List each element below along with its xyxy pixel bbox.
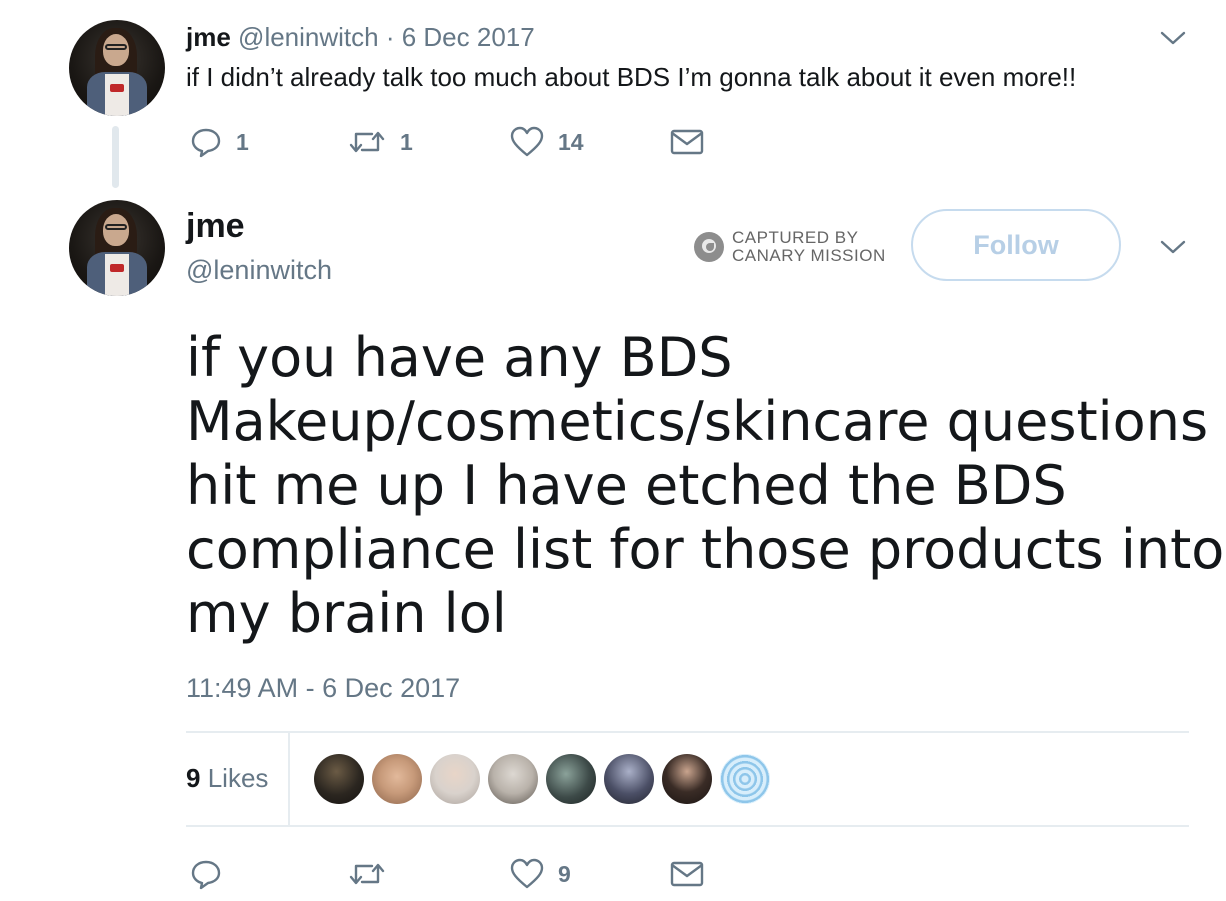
liker-avatar[interactable] [430,754,480,804]
liker-avatar[interactable] [662,754,712,804]
tweet-thread: jme @leninwitch · 6 Dec 2017 if I didn’t… [0,0,1226,901]
likes-stat[interactable]: 9 Likes [186,762,268,794]
tweet2-text-line: if you have any BDS [186,326,733,389]
liker-avatar[interactable] [720,754,770,804]
tweet1-like-button[interactable]: 14 [510,126,584,158]
likes-count: 9 [186,763,201,793]
canary-mission-watermark: CAPTURED BY CANARY MISSION [694,229,886,265]
tweet1-retweet-button[interactable]: 1 [348,126,413,158]
stats-bottom-divider [186,825,1189,827]
tweet2-like-button[interactable]: 9 [510,858,571,890]
heart-icon [510,126,544,157]
canary-line-1: CAPTURED BY [732,228,859,247]
tweet1-message-button[interactable] [670,128,704,156]
tweet2-text-line: hit me up I have etched the BDS [186,454,1067,517]
tweet2-text: if you have any BDS Makeup/cosmetics/ski… [186,326,1225,646]
heart-icon [510,858,544,889]
avatar-jme-1[interactable] [69,20,165,116]
envelope-icon [670,861,704,887]
reply-icon [191,128,221,158]
follow-button[interactable]: Follow [911,209,1121,281]
liker-avatar[interactable] [488,754,538,804]
tweet1-reply-count: 1 [236,128,249,155]
tweet2-retweet-button[interactable] [348,858,386,890]
reply-icon [191,860,221,890]
tweet2-text-line: my brain lol [186,582,507,645]
tweet1-text: if I didn’t already talk too much about … [186,62,1077,92]
stats-vertical-divider [288,733,290,826]
tweet2-text-line: compliance list for those products into [186,518,1225,581]
tweet2-text-line: Makeup/cosmetics/skincare questions [186,390,1209,453]
liker-avatar[interactable] [314,754,364,804]
liker-avatar[interactable] [546,754,596,804]
tweet2-author-name[interactable]: jme [186,206,245,246]
retweet-icon [349,863,385,885]
liker-avatar[interactable] [372,754,422,804]
canary-text: CAPTURED BY CANARY MISSION [732,229,886,265]
retweet-icon [349,131,385,153]
tweet2-like-count: 9 [558,860,571,887]
tweet2-message-button[interactable] [670,860,704,888]
tweet1-like-count: 14 [558,128,584,155]
chevron-down-icon[interactable] [1158,23,1188,53]
chevron-down-icon[interactable] [1158,232,1188,262]
likers-avatar-list [314,754,778,804]
tweet1-reply-button[interactable]: 1 [190,126,249,158]
canary-line-2: CANARY MISSION [732,246,886,265]
tweet1-header: jme @leninwitch · 6 Dec 2017 [186,20,535,54]
tweet2-timestamp[interactable]: 11:49 AM - 6 Dec 2017 [186,670,460,706]
tweet2-reply-button[interactable] [190,858,222,890]
avatar-jme-2[interactable] [69,200,165,296]
liker-avatar[interactable] [604,754,654,804]
tweet1-retweet-count: 1 [400,128,413,155]
tweet1-author-name[interactable]: jme [186,22,231,52]
tweet1-handle-date[interactable]: @leninwitch · 6 Dec 2017 [238,22,535,52]
canary-logo-icon [694,232,724,262]
likes-word: Likes [207,763,269,793]
tweet2-author-handle[interactable]: @leninwitch [186,252,332,288]
thread-connector-line [112,126,119,188]
stats-top-divider [186,731,1189,733]
envelope-icon [670,129,704,155]
